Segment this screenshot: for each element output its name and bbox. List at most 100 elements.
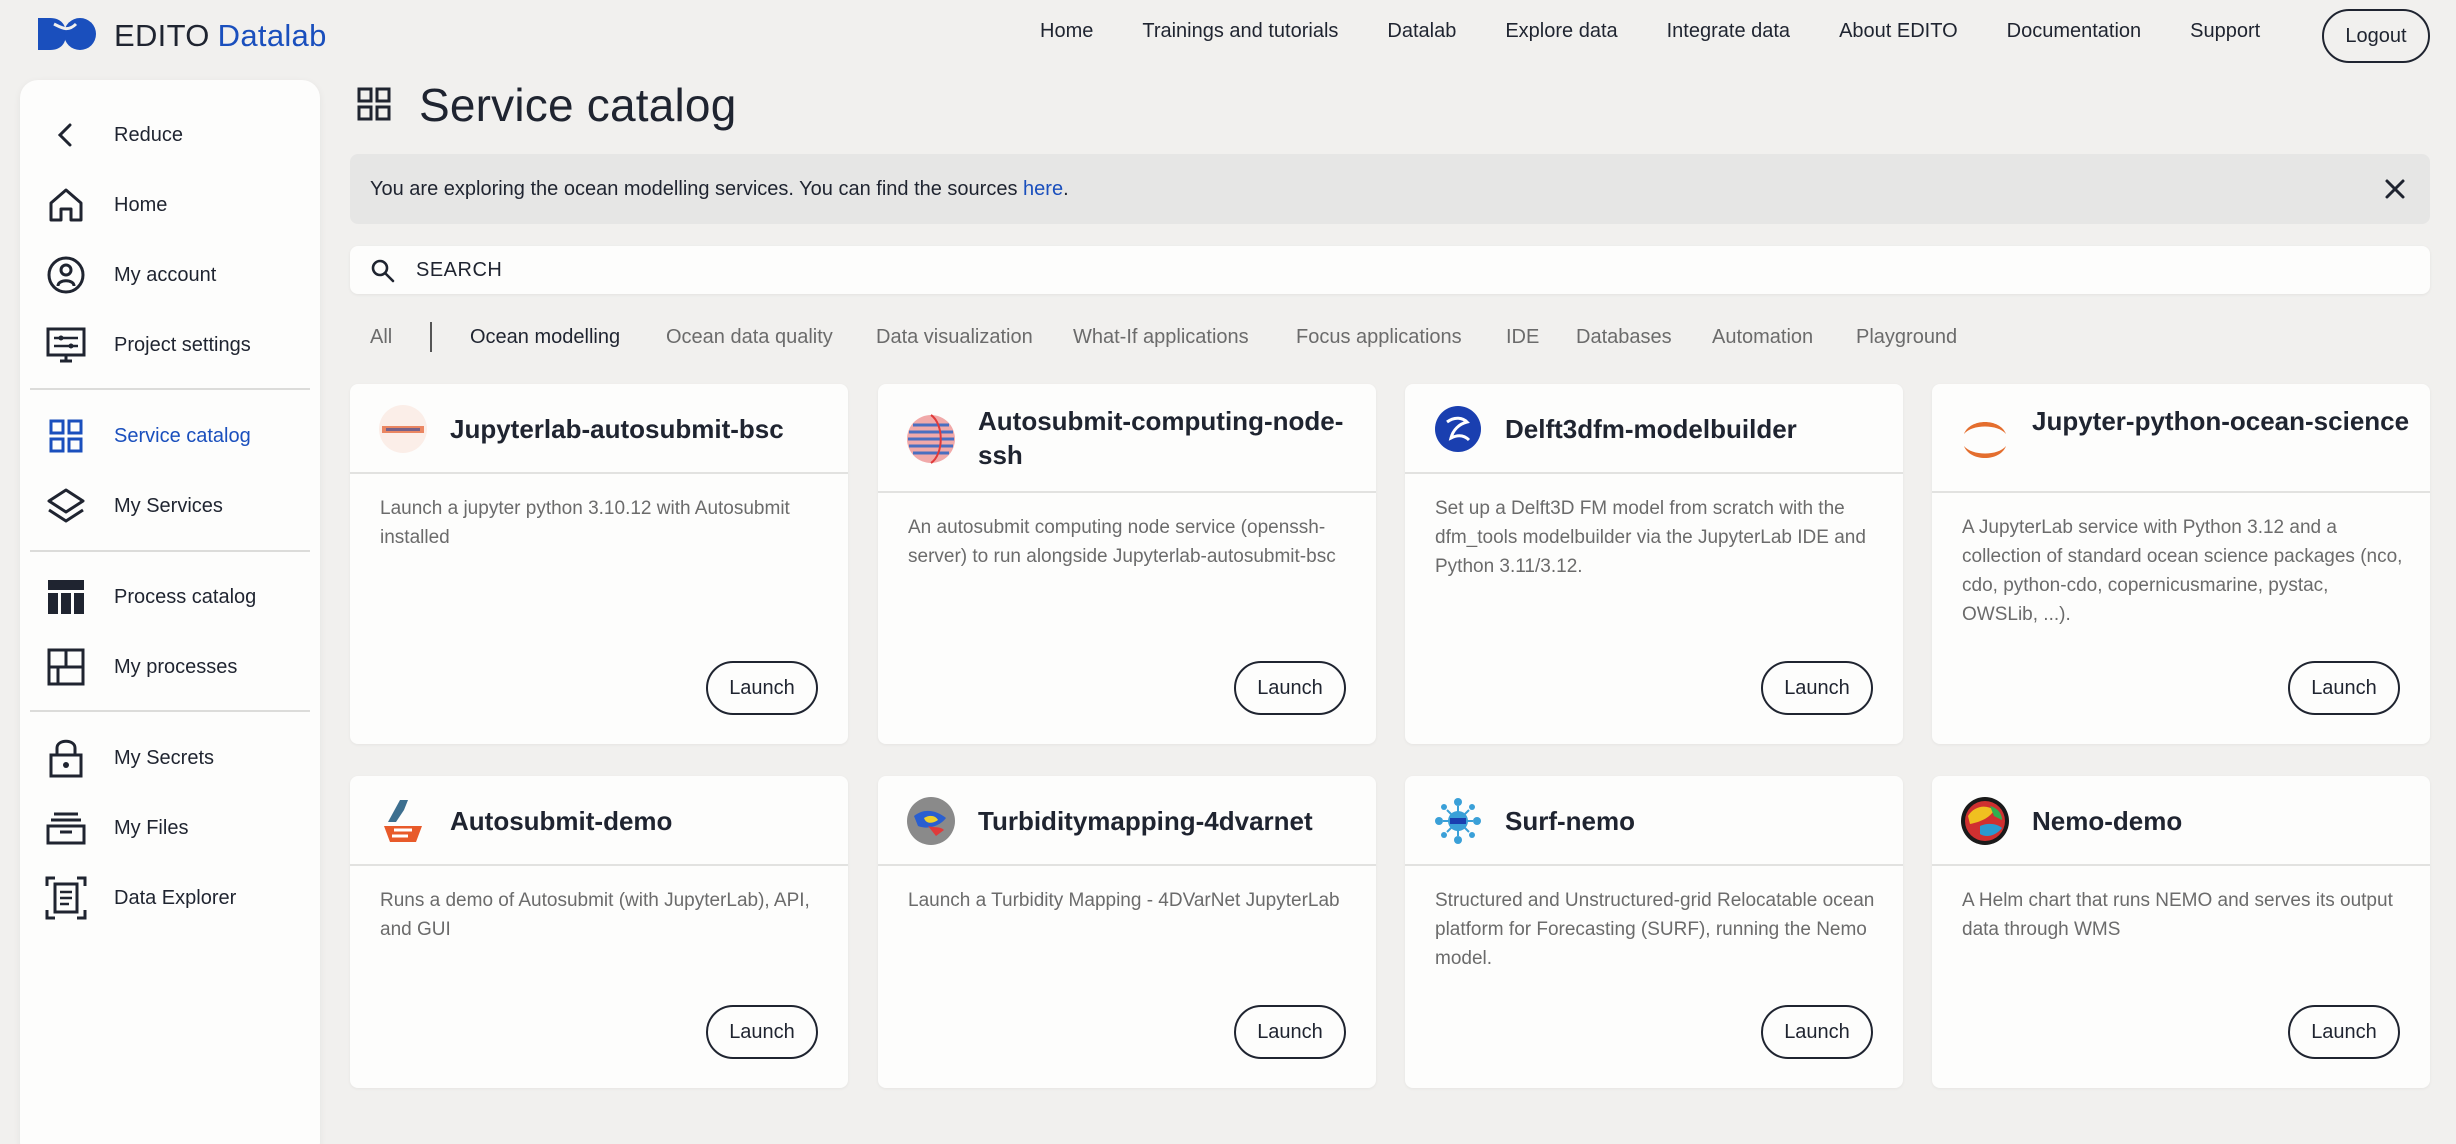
deltares-logo-icon	[1433, 404, 1483, 454]
filter-ocean-data-quality[interactable]: Ocean data quality	[666, 326, 833, 349]
nav-documentation[interactable]: Documentation	[2007, 20, 2142, 43]
card-description: Structured and Unstructured-grid Relocat…	[1435, 890, 1875, 969]
service-card: Turbiditymapping-4dvarnet Launch a Turbi…	[878, 776, 1376, 1088]
sidebar-item-label: My Files	[114, 816, 189, 839]
filter-playground[interactable]: Playground	[1856, 326, 1957, 349]
card-title: Surf-nemo	[1505, 806, 1635, 836]
top-navigation: Home Trainings and tutorials Datalab Exp…	[1040, 20, 2309, 43]
card-description: An autosubmit computing node service (op…	[908, 517, 1336, 567]
logout-button[interactable]: Logout	[2322, 9, 2430, 63]
nav-explore-data[interactable]: Explore data	[1505, 20, 1617, 43]
sidebar-item-reduce[interactable]: Reduce	[20, 105, 320, 165]
sidebar-item-my-files[interactable]: My Files	[20, 798, 320, 858]
autosubmit-logo-icon	[378, 796, 428, 846]
card-title: Turbiditymapping-4dvarnet	[978, 806, 1313, 836]
sidebar-item-label: Service catalog	[114, 424, 251, 447]
page-title: Service catalog	[419, 79, 737, 131]
filter-ide[interactable]: IDE	[1506, 326, 1539, 349]
grid-icon	[44, 414, 88, 458]
sidebar-divider	[30, 388, 310, 390]
banner-sources-link[interactable]: here	[1023, 178, 1063, 200]
close-icon[interactable]	[2380, 174, 2410, 204]
files-icon	[44, 806, 88, 850]
brand-title[interactable]: EDITO Datalab	[114, 18, 327, 54]
nav-datalab[interactable]: Datalab	[1387, 20, 1456, 43]
launch-button[interactable]: Launch	[2288, 1005, 2400, 1059]
filter-what-if-applications[interactable]: What-If applications	[1073, 326, 1249, 349]
card-description: Launch a jupyter python 3.10.12 with Aut…	[380, 498, 790, 548]
card-description: Set up a Delft3D FM model from scratch w…	[1435, 498, 1866, 577]
filter-data-visualization[interactable]: Data visualization	[876, 326, 1033, 349]
filter-ocean-modelling[interactable]: Ocean modelling	[470, 326, 620, 349]
card-description: A JupyterLab service with Python 3.12 an…	[1962, 517, 2403, 625]
launch-button[interactable]: Launch	[1761, 661, 1873, 715]
search-input[interactable]	[416, 254, 2316, 286]
service-card: Jupyterlab-autosubmit-bsc Launch a jupyt…	[350, 384, 848, 744]
grid-icon	[356, 86, 392, 127]
brand-product: Datalab	[217, 18, 327, 53]
search-bar	[350, 246, 2430, 294]
top-header: EDITO Datalab Home Trainings and tutorial…	[0, 0, 2456, 70]
home-icon	[44, 183, 88, 227]
brand-name: EDITO	[114, 18, 210, 53]
service-card: Surf-nemo Structured and Unstructured-gr…	[1405, 776, 1903, 1088]
service-card: Jupyter-python-ocean-science A JupyterLa…	[1932, 384, 2430, 744]
sidebar-item-label: Home	[114, 193, 168, 216]
launch-button[interactable]: Launch	[1761, 1005, 1873, 1059]
service-card: Autosubmit-demo Runs a demo of Autosubmi…	[350, 776, 848, 1088]
card-title: Autosubmit-computing-node-ssh	[978, 406, 1344, 470]
launch-button[interactable]: Launch	[706, 661, 818, 715]
document-scan-icon	[44, 876, 88, 920]
banner-suffix: .	[1063, 178, 1069, 200]
sidebar-item-process-catalog[interactable]: Process catalog	[20, 567, 320, 627]
lock-icon	[44, 736, 88, 780]
nav-support[interactable]: Support	[2190, 20, 2260, 43]
sidebar-item-project-settings[interactable]: Project settings	[20, 315, 320, 375]
nav-home[interactable]: Home	[1040, 20, 1093, 43]
sidebar-item-label: Reduce	[114, 123, 183, 146]
sidebar-item-label: Project settings	[114, 333, 251, 356]
filter-automation[interactable]: Automation	[1712, 326, 1813, 349]
sidebar-item-home[interactable]: Home	[20, 175, 320, 235]
nav-integrate-data[interactable]: Integrate data	[1667, 20, 1790, 43]
service-card: Nemo-demo A Helm chart that runs NEMO an…	[1932, 776, 2430, 1088]
launch-button[interactable]: Launch	[2288, 661, 2400, 715]
table-icon	[44, 575, 88, 619]
edito-logo-icon	[38, 18, 96, 50]
sidebar-item-label: My processes	[114, 655, 238, 678]
info-banner: You are exploring the ocean modelling se…	[350, 154, 2430, 224]
launch-button[interactable]: Launch	[706, 1005, 818, 1059]
filter-all[interactable]: All	[370, 326, 392, 349]
sidebar-divider	[30, 710, 310, 712]
sidebar-item-label: Process catalog	[114, 585, 257, 608]
sidebar-item-label: My account	[114, 263, 217, 286]
filter-databases[interactable]: Databases	[1576, 326, 1672, 349]
card-description: Launch a Turbidity Mapping - 4DVarNet Ju…	[908, 890, 1340, 911]
globe-icon	[1960, 796, 2010, 846]
card-title: Jupyter-python-ocean-science	[2032, 406, 2410, 436]
card-title: Delft3dfm-modelbuilder	[1505, 414, 1797, 444]
filter-focus-applications[interactable]: Focus applications	[1296, 326, 1462, 349]
sidebar-divider	[30, 550, 310, 552]
jupyter-logo-icon	[1960, 414, 2010, 464]
nav-trainings[interactable]: Trainings and tutorials	[1142, 20, 1338, 43]
sidebar-item-my-services[interactable]: My Services	[20, 476, 320, 536]
service-card: Delft3dfm-modelbuilder Set up a Delft3D …	[1405, 384, 1903, 744]
autosubmit-bsc-logo-icon	[378, 404, 428, 454]
launch-button[interactable]: Launch	[1234, 1005, 1346, 1059]
sidebar: Reduce Home My account Project settings …	[20, 80, 320, 1144]
launch-button[interactable]: Launch	[1234, 661, 1346, 715]
sphere-icon	[906, 414, 956, 464]
sidebar-item-my-secrets[interactable]: My Secrets	[20, 728, 320, 788]
sidebar-item-data-explorer[interactable]: Data Explorer	[20, 868, 320, 928]
sidebar-item-label: My Secrets	[114, 746, 215, 769]
banner-text: You are exploring the ocean modelling se…	[370, 178, 1069, 201]
sidebar-item-my-account[interactable]: My account	[20, 245, 320, 305]
filter-divider	[430, 322, 432, 352]
card-description: A Helm chart that runs NEMO and serves i…	[1962, 890, 2393, 940]
chevron-left-icon	[44, 113, 88, 157]
sidebar-item-my-processes[interactable]: My processes	[20, 637, 320, 697]
nav-about[interactable]: About EDITO	[1839, 20, 1958, 43]
sidebar-item-service-catalog[interactable]: Service catalog	[20, 406, 320, 466]
edito-logo[interactable]	[36, 14, 98, 54]
